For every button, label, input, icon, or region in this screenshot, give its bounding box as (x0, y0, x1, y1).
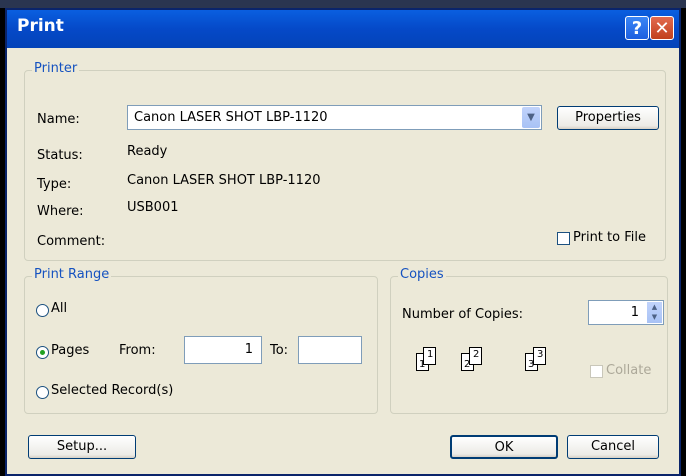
stack-label: 1 (427, 349, 434, 360)
comment-label: Comment: (37, 234, 106, 249)
properties-button[interactable]: Properties (557, 106, 659, 130)
collate-pages-icon: 1 1 2 2 3 3 (411, 344, 571, 376)
page-sheet-icon: 2 (469, 347, 482, 365)
background-strip (0, 0, 686, 8)
page-sheet-icon: 1 (423, 347, 436, 365)
all-radio[interactable] (36, 304, 49, 317)
from-value: 1 (244, 342, 253, 357)
dialog-title: Print (17, 16, 64, 36)
print-range-legend: Print Range (32, 267, 112, 282)
help-icon[interactable]: ? (625, 16, 649, 40)
collate-label[interactable]: Collate (606, 363, 651, 378)
close-icon[interactable]: ✕ (650, 16, 674, 40)
stack-label: 2 (473, 349, 480, 360)
where-value: USB001 (127, 200, 179, 215)
copies-spinner[interactable]: 1 ▲ ▼ (588, 300, 664, 325)
status-value: Ready (127, 144, 168, 159)
stack-label: 3 (537, 349, 544, 360)
title-bar[interactable]: Print ? ✕ (7, 10, 679, 48)
type-value: Canon LASER SHOT LBP-1120 (127, 173, 321, 188)
type-label: Type: (37, 177, 72, 192)
selected-records-radio[interactable] (36, 386, 49, 399)
copies-spin-buttons[interactable]: ▲ ▼ (647, 302, 662, 323)
ok-button[interactable]: OK (450, 435, 558, 459)
status-label: Status: (37, 148, 83, 163)
collate-checkbox[interactable] (590, 365, 603, 378)
printer-name-select[interactable]: Canon LASER SHOT LBP-1120 ▼ (127, 105, 542, 130)
copies-legend: Copies (398, 267, 446, 282)
pages-label[interactable]: Pages (51, 343, 89, 358)
from-input[interactable]: 1 (184, 336, 262, 364)
copies-value: 1 (630, 305, 639, 320)
spin-up-icon[interactable]: ▲ (647, 302, 662, 312)
to-input[interactable] (298, 336, 362, 364)
page-sheet-icon: 3 (533, 347, 546, 365)
pages-radio[interactable] (36, 346, 49, 359)
to-label: To: (270, 343, 289, 358)
number-of-copies-label: Number of Copies: (402, 307, 524, 322)
print-to-file-label[interactable]: Print to File (573, 230, 646, 245)
where-label: Where: (37, 204, 84, 219)
setup-button[interactable]: Setup... (28, 435, 136, 459)
print-to-file-checkbox[interactable] (557, 232, 570, 245)
printer-name-value: Canon LASER SHOT LBP-1120 (134, 110, 328, 125)
selected-records-label[interactable]: Selected Record(s) (51, 383, 173, 398)
name-label: Name: (37, 112, 80, 127)
all-label[interactable]: All (51, 301, 67, 316)
printer-legend: Printer (32, 61, 80, 76)
from-label: From: (119, 343, 156, 358)
selected-dot-icon (40, 350, 45, 355)
cancel-button[interactable]: Cancel (567, 435, 659, 459)
dropdown-arrow-icon[interactable]: ▼ (522, 107, 540, 128)
print-dialog: Print ? ✕ Printer Name: Canon LASER SHOT… (5, 8, 681, 476)
spin-down-icon[interactable]: ▼ (647, 312, 662, 322)
